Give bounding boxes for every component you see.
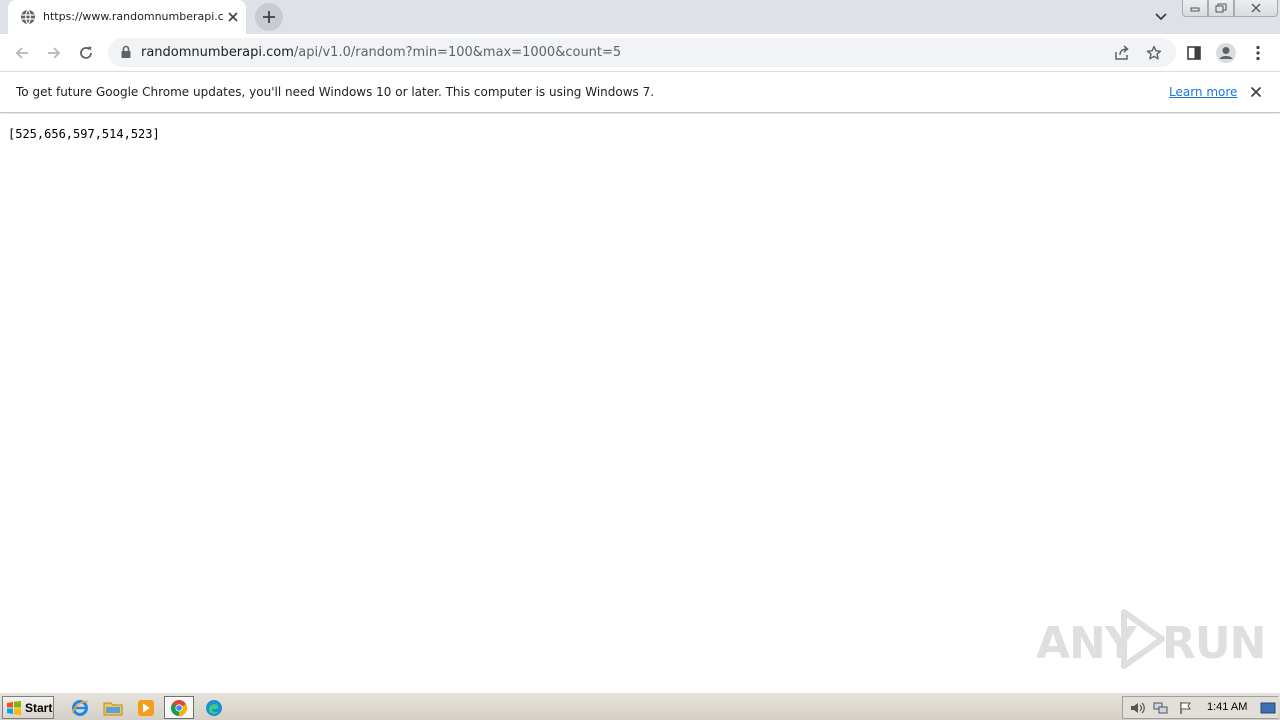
chevron-down-icon [1155, 13, 1167, 21]
flag-icon[interactable] [1176, 700, 1194, 716]
start-label: Start [25, 700, 53, 715]
globe-icon [20, 9, 36, 25]
learn-more-link[interactable]: Learn more [1169, 84, 1237, 100]
menu-kebab-icon[interactable] [1246, 41, 1270, 65]
play-logo-icon [1121, 609, 1165, 669]
restore-icon [1215, 3, 1227, 13]
infobar-close-icon[interactable] [1247, 83, 1265, 101]
minimize-icon [1190, 7, 1200, 12]
edge-icon[interactable] [199, 696, 229, 719]
bookmark-star-icon[interactable] [1144, 43, 1164, 63]
media-player-icon[interactable] [131, 696, 161, 719]
show-desktop-icon[interactable] [1259, 700, 1277, 716]
window-controls [1182, 0, 1278, 18]
plus-icon [263, 11, 275, 23]
network-icon[interactable] [1152, 700, 1170, 716]
restore-button[interactable] [1208, 0, 1234, 17]
share-icon[interactable] [1112, 43, 1132, 63]
folder-icon[interactable] [98, 696, 128, 719]
profile-avatar-icon[interactable] [1214, 41, 1238, 65]
back-arrow-icon [15, 47, 28, 59]
window-close-button[interactable] [1234, 0, 1278, 17]
tab-strip: https://www.randomnumberapi.com/api/v1.0… [0, 0, 1280, 34]
tab-close-icon[interactable] [224, 8, 242, 26]
url-path: /api/v1.0/random?min=100&max=1000&count=… [293, 45, 622, 60]
back-button[interactable] [8, 39, 36, 67]
watermark-right-text: RUN [1162, 618, 1266, 669]
start-button[interactable]: Start [2, 696, 54, 719]
lock-icon[interactable] [120, 45, 134, 59]
system-tray: 1:41 AM [1122, 696, 1278, 719]
tab-title: https://www.randomnumberapi.com/api/v1.0… [43, 10, 223, 23]
anyrun-watermark: ANY RUN [1036, 604, 1266, 674]
tab-search-button[interactable] [1151, 8, 1171, 26]
chrome-icon[interactable] [164, 696, 194, 719]
forward-arrow-icon [48, 47, 61, 59]
minimize-button[interactable] [1182, 0, 1208, 17]
reload-button[interactable] [72, 39, 100, 67]
taskbar: Start 1:41 AM [0, 692, 1280, 720]
internet-explorer-icon[interactable] [65, 696, 95, 719]
url-host: randomnumberapi.com [141, 45, 294, 60]
url-text[interactable]: randomnumberapi.com/api/v1.0/random?min=… [141, 44, 621, 61]
browser-toolbar: randomnumberapi.com/api/v1.0/random?min=… [0, 34, 1280, 71]
forward-button[interactable] [40, 39, 68, 67]
new-tab-button[interactable] [255, 3, 283, 31]
reload-icon [80, 46, 92, 59]
side-panel-icon[interactable] [1182, 41, 1206, 65]
close-icon [1251, 3, 1261, 13]
volume-icon[interactable] [1128, 700, 1146, 716]
infobar-message: To get future Google Chrome updates, you… [16, 85, 655, 99]
taskbar-clock[interactable]: 1:41 AM [1207, 701, 1247, 713]
update-infobar: To get future Google Chrome updates, you… [0, 71, 1280, 113]
windows-logo-icon [7, 700, 21, 715]
response-body: [525,656,597,514,523] [8, 127, 160, 141]
tab-active[interactable]: https://www.randomnumberapi.com/api/v1.0… [8, 0, 246, 34]
address-bar[interactable]: randomnumberapi.com/api/v1.0/random?min=… [108, 38, 1176, 67]
